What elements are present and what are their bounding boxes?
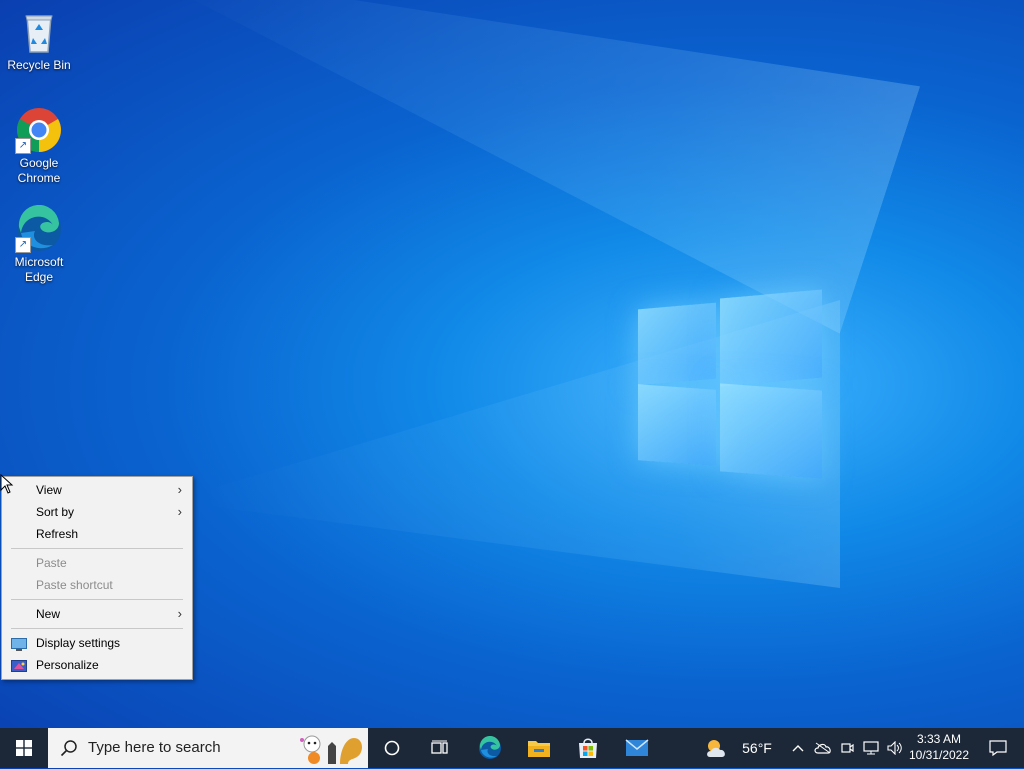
desktop-context-menu: View › Sort by › Refresh Paste Paste sho… <box>1 476 193 680</box>
task-view-icon <box>431 740 448 754</box>
shortcut-arrow-icon: ↗ <box>15 138 31 154</box>
light-beam <box>117 0 920 334</box>
weather-temperature: 56°F <box>742 740 772 756</box>
menu-separator <box>11 599 183 600</box>
meet-now-tray-button[interactable] <box>837 728 857 768</box>
mail-icon <box>625 739 649 756</box>
onedrive-tray-button[interactable] <box>812 728 834 768</box>
menu-item-view[interactable]: View › <box>2 479 192 501</box>
desktop-icon-google-chrome[interactable]: ↗ Google Chrome <box>4 106 74 186</box>
search-placeholder: Type here to search <box>88 739 221 756</box>
desktop[interactable]: Recycle Bin ↗ Google Chrome ↗ Microsoft <box>0 0 1024 728</box>
windows-logo-wallpaper <box>636 289 824 480</box>
clock-time: 3:33 AM <box>916 732 962 746</box>
desktop-icon-label: Google Chrome <box>17 156 61 185</box>
partly-cloudy-icon <box>707 740 726 757</box>
chrome-icon: ↗ <box>15 106 63 154</box>
menu-item-new[interactable]: New › <box>2 603 192 625</box>
chevron-right-icon: › <box>177 606 182 621</box>
taskbar-task-view-button[interactable] <box>420 728 460 768</box>
edge-icon <box>479 736 501 759</box>
desktop-icon-microsoft-edge[interactable]: ↗ Microsoft Edge <box>4 204 74 285</box>
taskbar-weather-widget[interactable]: 56°F <box>702 728 774 768</box>
network-icon <box>863 741 879 755</box>
file-explorer-icon <box>528 741 550 757</box>
menu-item-paste-shortcut[interactable]: Paste shortcut <box>2 574 192 596</box>
start-button[interactable] <box>0 728 48 768</box>
action-center-button[interactable] <box>978 728 1018 768</box>
volume-icon <box>887 741 902 755</box>
recycle-bin-icon <box>15 8 63 56</box>
chevron-right-icon: › <box>177 504 182 519</box>
store-icon <box>579 738 597 758</box>
meet-icon <box>841 743 854 753</box>
desktop-icon-label: Recycle Bin <box>7 58 71 72</box>
edge-icon: ↗ <box>15 204 63 253</box>
search-icon <box>60 740 77 757</box>
taskbar-store-button[interactable] <box>568 728 608 768</box>
notification-icon <box>989 740 1007 756</box>
chevron-right-icon: › <box>177 482 182 497</box>
taskbar-edge-button[interactable] <box>470 728 510 768</box>
show-hidden-icons-button[interactable] <box>788 728 808 768</box>
menu-item-paste[interactable]: Paste <box>2 552 192 574</box>
onedrive-icon <box>814 742 831 754</box>
menu-item-display-settings[interactable]: Display settings <box>2 632 192 654</box>
shortcut-arrow-icon: ↗ <box>15 237 31 253</box>
mouse-cursor <box>0 473 14 497</box>
cortana-icon <box>384 740 400 756</box>
menu-item-sort-by[interactable]: Sort by › <box>2 501 192 523</box>
menu-item-personalize[interactable]: Personalize <box>2 654 192 676</box>
menu-item-refresh[interactable]: Refresh <box>2 523 192 545</box>
chevron-up-icon <box>792 745 804 752</box>
network-tray-button[interactable] <box>860 728 882 768</box>
menu-separator <box>11 628 183 629</box>
taskbar-clock[interactable]: 3:33 AM 10/31/2022 <box>906 731 972 765</box>
taskbar-search-box[interactable]: Type here to search <box>48 728 368 768</box>
menu-separator <box>11 548 183 549</box>
personalize-icon <box>11 658 27 672</box>
taskbar-mail-button[interactable] <box>617 728 657 768</box>
taskbar-cortana-button[interactable] <box>372 728 412 768</box>
taskbar-file-explorer-button[interactable] <box>519 728 559 768</box>
search-highlight-halloween-icon[interactable] <box>290 730 366 766</box>
windows-start-icon <box>16 740 32 756</box>
taskbar: Type here to search 56°F 3:33 AM 10/31/2… <box>0 728 1024 768</box>
desktop-icon-label: Microsoft Edge <box>14 255 64 284</box>
volume-tray-button[interactable] <box>884 728 906 768</box>
desktop-icon-recycle-bin[interactable]: Recycle Bin <box>4 8 74 73</box>
clock-date: 10/31/2022 <box>908 748 970 762</box>
display-icon <box>11 636 27 651</box>
